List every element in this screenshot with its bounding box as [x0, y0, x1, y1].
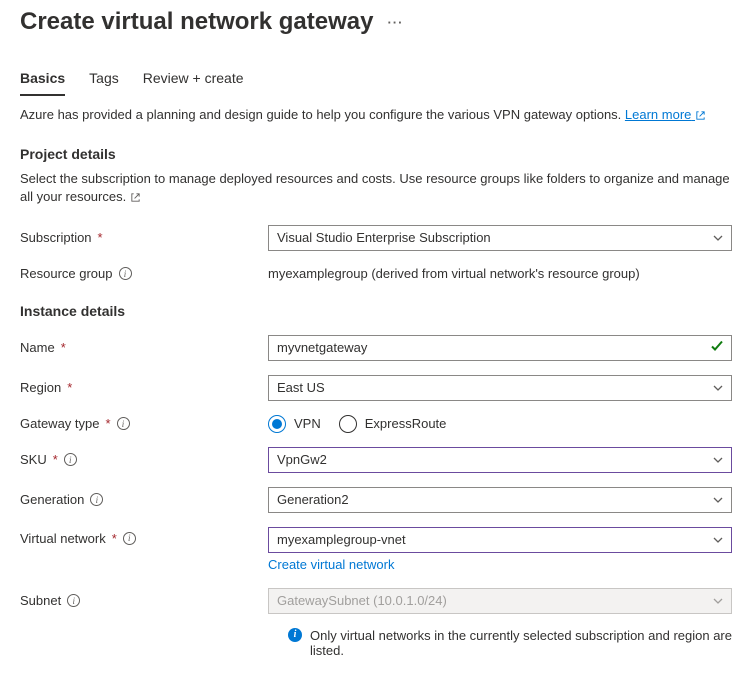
chevron-down-icon	[712, 454, 724, 466]
resource-group-label: Resource group	[20, 266, 268, 281]
tab-bar: Basics Tags Review + create	[20, 66, 732, 96]
external-link-icon	[130, 190, 141, 208]
subscription-label: Subscription *	[20, 230, 268, 245]
chevron-down-icon	[712, 534, 724, 546]
learn-more-link[interactable]: Learn more	[625, 107, 706, 122]
virtual-network-label: Virtual network *	[20, 527, 268, 546]
required-asterisk: *	[106, 416, 111, 431]
info-icon	[288, 628, 302, 642]
generation-label: Generation	[20, 492, 268, 507]
generation-select[interactable]: Generation2	[268, 487, 732, 513]
required-asterisk: *	[98, 230, 103, 245]
gateway-type-label: Gateway type *	[20, 416, 268, 431]
gateway-type-expressroute-radio[interactable]: ExpressRoute	[339, 415, 447, 433]
chevron-down-icon	[712, 595, 724, 607]
chevron-down-icon	[712, 494, 724, 506]
subnet-label: Subnet	[20, 593, 268, 608]
intro-text: Azure has provided a planning and design…	[20, 106, 732, 126]
chevron-down-icon	[712, 382, 724, 394]
external-link-icon	[695, 108, 706, 126]
required-asterisk: *	[67, 380, 72, 395]
vnet-info-note: Only virtual networks in the currently s…	[20, 628, 732, 658]
sku-label: SKU *	[20, 452, 268, 467]
subnet-select: GatewaySubnet (10.0.1.0/24)	[268, 588, 732, 614]
required-asterisk: *	[53, 452, 58, 467]
region-label: Region *	[20, 380, 268, 395]
checkmark-icon	[710, 339, 724, 356]
subscription-select[interactable]: Visual Studio Enterprise Subscription	[268, 225, 732, 251]
resource-group-value: myexamplegroup (derived from virtual net…	[268, 266, 640, 281]
gateway-type-vpn-radio[interactable]: VPN	[268, 415, 321, 433]
tab-basics[interactable]: Basics	[20, 66, 65, 96]
tab-tags[interactable]: Tags	[89, 66, 119, 96]
page-title: Create virtual network gateway	[20, 8, 373, 36]
virtual-network-select[interactable]: myexamplegroup-vnet	[268, 527, 732, 553]
info-icon[interactable]	[67, 594, 80, 607]
project-details-heading: Project details	[20, 146, 732, 162]
create-virtual-network-link[interactable]: Create virtual network	[268, 557, 394, 572]
info-icon[interactable]	[90, 493, 103, 506]
more-button[interactable]: ···	[387, 15, 403, 30]
required-asterisk: *	[61, 340, 66, 355]
tab-review-create[interactable]: Review + create	[143, 66, 244, 96]
required-asterisk: *	[112, 531, 117, 546]
name-label: Name *	[20, 340, 268, 355]
region-select[interactable]: East US	[268, 375, 732, 401]
project-details-desc: Select the subscription to manage deploy…	[20, 170, 732, 208]
info-icon[interactable]	[123, 532, 136, 545]
info-icon[interactable]	[117, 417, 130, 430]
info-icon[interactable]	[119, 267, 132, 280]
instance-details-heading: Instance details	[20, 303, 732, 319]
sku-select[interactable]: VpnGw2	[268, 447, 732, 473]
name-input[interactable]: myvnetgateway	[268, 335, 732, 361]
info-icon[interactable]	[64, 453, 77, 466]
chevron-down-icon	[712, 232, 724, 244]
